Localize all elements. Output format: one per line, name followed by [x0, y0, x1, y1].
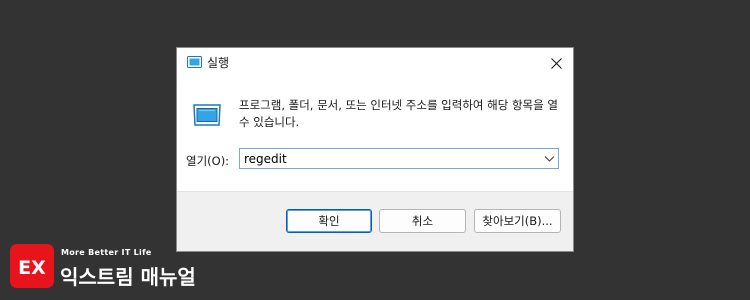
run-app-icon — [187, 56, 202, 68]
run-icon — [193, 104, 221, 126]
brand-watermark: EX More Better IT Life 익스트림 매뉴얼 — [10, 244, 210, 292]
open-input[interactable] — [240, 149, 544, 168]
open-combobox[interactable] — [239, 148, 559, 169]
chevron-down-icon[interactable] — [544, 154, 555, 163]
dialog-title: 실행 — [207, 56, 230, 70]
title-bar[interactable]: 실행 — [177, 48, 573, 78]
brand-tagline: More Better IT Life — [61, 248, 152, 257]
brand-logo-icon: EX — [10, 244, 54, 288]
brand-logo-text: EX — [18, 257, 46, 279]
browse-button[interactable]: 찾아보기(B)... — [474, 209, 561, 233]
brand-name: 익스트림 매뉴얼 — [60, 265, 196, 289]
dialog-description: 프로그램, 폴더, 문서, 또는 인터넷 주소를 입력하여 해당 항목을 열 수… — [239, 98, 558, 129]
cancel-button[interactable]: 취소 — [379, 209, 466, 233]
close-icon — [550, 57, 562, 69]
close-button[interactable] — [539, 48, 573, 78]
dialog-footer: 확인 취소 찾아보기(B)... — [177, 191, 573, 251]
run-dialog: 실행 프로그램, 폴더, 문서, 또는 인터넷 주소를 입력하여 해당 항목을 … — [176, 47, 574, 252]
ok-button[interactable]: 확인 — [286, 209, 372, 233]
open-label: 열기(O): — [186, 154, 230, 168]
dialog-body: 프로그램, 폴더, 문서, 또는 인터넷 주소를 입력하여 해당 항목을 열 수… — [177, 78, 573, 191]
